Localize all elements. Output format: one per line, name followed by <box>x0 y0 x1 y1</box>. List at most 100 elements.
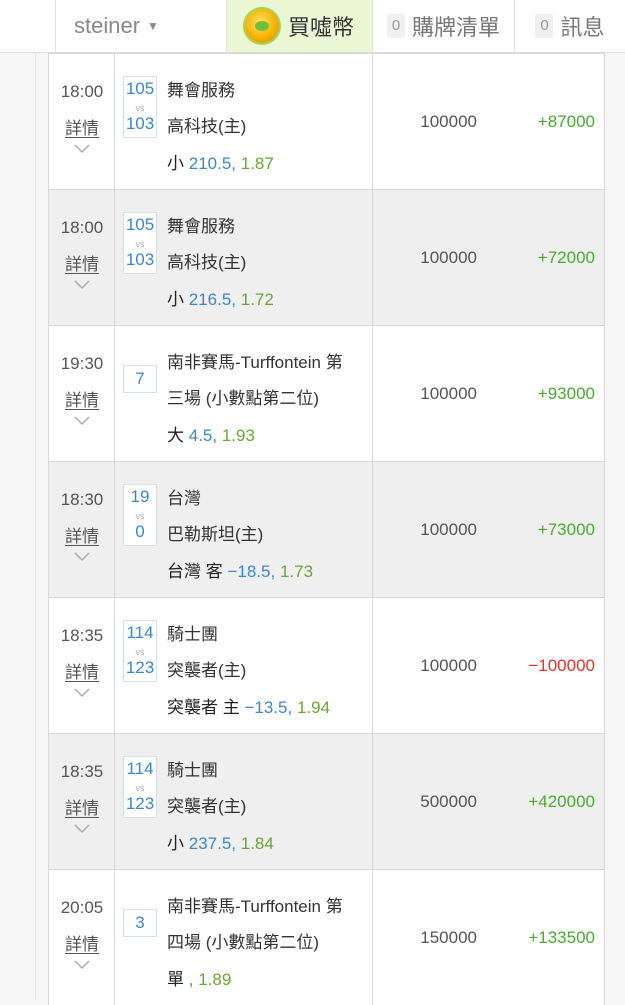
bet-row[interactable]: 18:35 詳情 114 vs 123 騎士團 突襲者(主) 突襲者 主 −13.5, 1.9… <box>48 597 605 733</box>
bet-selection: 小 216.5, 1.72 <box>167 285 274 310</box>
chevron-down-icon[interactable] <box>74 960 90 970</box>
time-column: 20:05 詳情 <box>49 870 115 1005</box>
team-1-name: 舞會服務 <box>167 81 235 100</box>
vs-label: vs <box>135 239 145 249</box>
event-number-box: 7 <box>123 365 157 393</box>
vs-label: vs <box>135 511 145 521</box>
team-2-name: 高科技(主) <box>167 117 247 136</box>
match-time: 18:35 <box>60 762 104 781</box>
messages-button[interactable]: 0 訊息 <box>514 0 625 52</box>
stake-amount: 100000 <box>420 520 477 539</box>
home-score: 0 <box>135 522 145 541</box>
team-1-name: 南非賽馬-Turffontein 第 <box>167 897 343 916</box>
odds-value: 1.87 <box>240 154 274 173</box>
team-2-name: 巴勒斯坦(主) <box>167 525 264 544</box>
result-amount: −100000 <box>528 656 595 675</box>
home-score: 103 <box>125 250 155 269</box>
selection-label: 小 <box>167 834 184 853</box>
stake-amount: 100000 <box>420 656 477 675</box>
team-2-name: 高科技(主) <box>167 253 247 272</box>
bet-selection: 台灣 客 −18.5, 1.73 <box>167 557 313 582</box>
result-amount: +72000 <box>537 248 595 267</box>
details-link[interactable]: 詳情 <box>49 386 115 411</box>
line-value: 216.5, <box>188 290 236 309</box>
left-divider <box>35 53 36 1000</box>
score-box: 114 vs 123 <box>123 620 157 682</box>
result-amount: +87000 <box>537 112 595 131</box>
bet-selection: 小 237.5, 1.84 <box>167 829 274 854</box>
cart-button[interactable]: 0 購牌清單 <box>372 0 514 52</box>
stake-amount: 100000 <box>420 112 477 131</box>
details-link[interactable]: 詳情 <box>49 250 115 275</box>
bet-row[interactable]: 18:30 詳情 19 vs 0 台灣 巴勒斯坦(主) 台灣 客 −18.5, 1.73 100… <box>48 461 605 597</box>
chevron-down-icon[interactable] <box>74 144 90 154</box>
vs-label: vs <box>135 647 145 657</box>
team-2-name: 四場 (小數點第二位) <box>167 933 320 952</box>
team-2-name: 三場 (小數點第二位) <box>167 389 320 408</box>
odds-value: 1.89 <box>198 970 232 989</box>
bet-selection: 單 , 1.89 <box>167 965 231 990</box>
match-time: 18:30 <box>60 490 104 509</box>
odds-value: 1.84 <box>240 834 274 853</box>
stake-amount: 100000 <box>420 248 477 267</box>
user-menu[interactable]: steiner ▼ <box>55 0 225 52</box>
score-box: 114 vs 123 <box>123 756 157 818</box>
away-score: 105 <box>125 215 155 234</box>
selection-label: 大 <box>167 426 184 445</box>
home-score: 123 <box>125 794 155 813</box>
time-column: 18:35 詳情 <box>49 598 115 733</box>
details-link[interactable]: 詳情 <box>49 522 115 547</box>
event-number-box: 3 <box>123 909 157 937</box>
messages-count-badge: 0 <box>535 14 554 38</box>
time-column: 18:00 詳情 <box>49 190 115 325</box>
buy-coins-button[interactable]: 買噓幣 <box>226 0 372 52</box>
team-2-name: 突襲者(主) <box>167 661 247 680</box>
score-box: 105 vs 103 <box>123 76 157 138</box>
match-time: 18:35 <box>60 626 104 645</box>
cart-count-badge: 0 <box>386 14 405 38</box>
odds-value: 1.94 <box>296 698 331 717</box>
line-value: −13.5, <box>244 698 293 717</box>
odds-value: 1.73 <box>279 562 314 581</box>
match-time: 20:05 <box>60 898 104 917</box>
caret-down-icon: ▼ <box>147 19 159 33</box>
chevron-down-icon[interactable] <box>74 280 90 290</box>
bet-row[interactable]: 19:30 詳情 7 南非賽馬-Turffontein 第三場 (小數點第二位) 大 4… <box>48 325 605 461</box>
details-link[interactable]: 詳情 <box>49 794 115 819</box>
line-value: 210.5, <box>188 154 236 173</box>
chevron-down-icon[interactable] <box>74 688 90 698</box>
details-link[interactable]: 詳情 <box>49 114 115 139</box>
odds-value: 1.72 <box>240 290 274 309</box>
selection-label: 小 <box>167 290 184 309</box>
coin-icon <box>244 9 279 43</box>
selection-label: 台灣 客 <box>167 562 223 581</box>
result-amount: +73000 <box>537 520 595 539</box>
stake-amount: 150000 <box>420 928 477 947</box>
bet-row[interactable]: 18:00 詳情 105 vs 103 舞會服務高科技(主) 小 210.5, 1.87 10… <box>48 53 605 189</box>
time-column: 19:30 詳情 <box>49 326 115 461</box>
line-value: 237.5, <box>188 834 236 853</box>
team-2-name: 突襲者(主) <box>167 797 247 816</box>
bet-row[interactable]: 18:35 詳情 114 vs 123 騎士團 突襲者(主) 小 237.5, 1.84 500… <box>48 733 605 869</box>
home-score: 123 <box>125 658 155 677</box>
match-time: 18:00 <box>60 218 104 237</box>
username: steiner <box>74 13 141 38</box>
bet-selection: 小 210.5, 1.87 <box>167 149 274 174</box>
details-link[interactable]: 詳情 <box>49 930 115 955</box>
details-link[interactable]: 詳情 <box>49 658 115 683</box>
result-amount: +133500 <box>528 928 595 947</box>
chevron-down-icon[interactable] <box>74 416 90 426</box>
away-score: 19 <box>130 487 150 506</box>
match-time: 18:00 <box>60 82 104 101</box>
bet-row[interactable]: 20:05 詳情 3 南非賽馬-Turffontein 第四場 (小數點第二位) 單 ,… <box>48 869 605 1005</box>
stake-amount: 500000 <box>420 792 477 811</box>
cart-label: 購牌清單 <box>411 15 500 40</box>
bet-selection: 大 4.5, 1.93 <box>167 421 255 446</box>
chevron-down-icon[interactable] <box>74 552 90 562</box>
bet-selection: 突襲者 主 −13.5, 1.94 <box>167 693 330 718</box>
vs-label: vs <box>135 783 145 793</box>
chevron-down-icon[interactable] <box>74 824 90 834</box>
bet-row[interactable]: 18:00 詳情 105 vs 103 舞會服務 高科技(主) 小 216.5, 1.72 10… <box>48 189 605 325</box>
away-score: 114 <box>126 623 154 642</box>
line-value: , <box>188 970 194 989</box>
